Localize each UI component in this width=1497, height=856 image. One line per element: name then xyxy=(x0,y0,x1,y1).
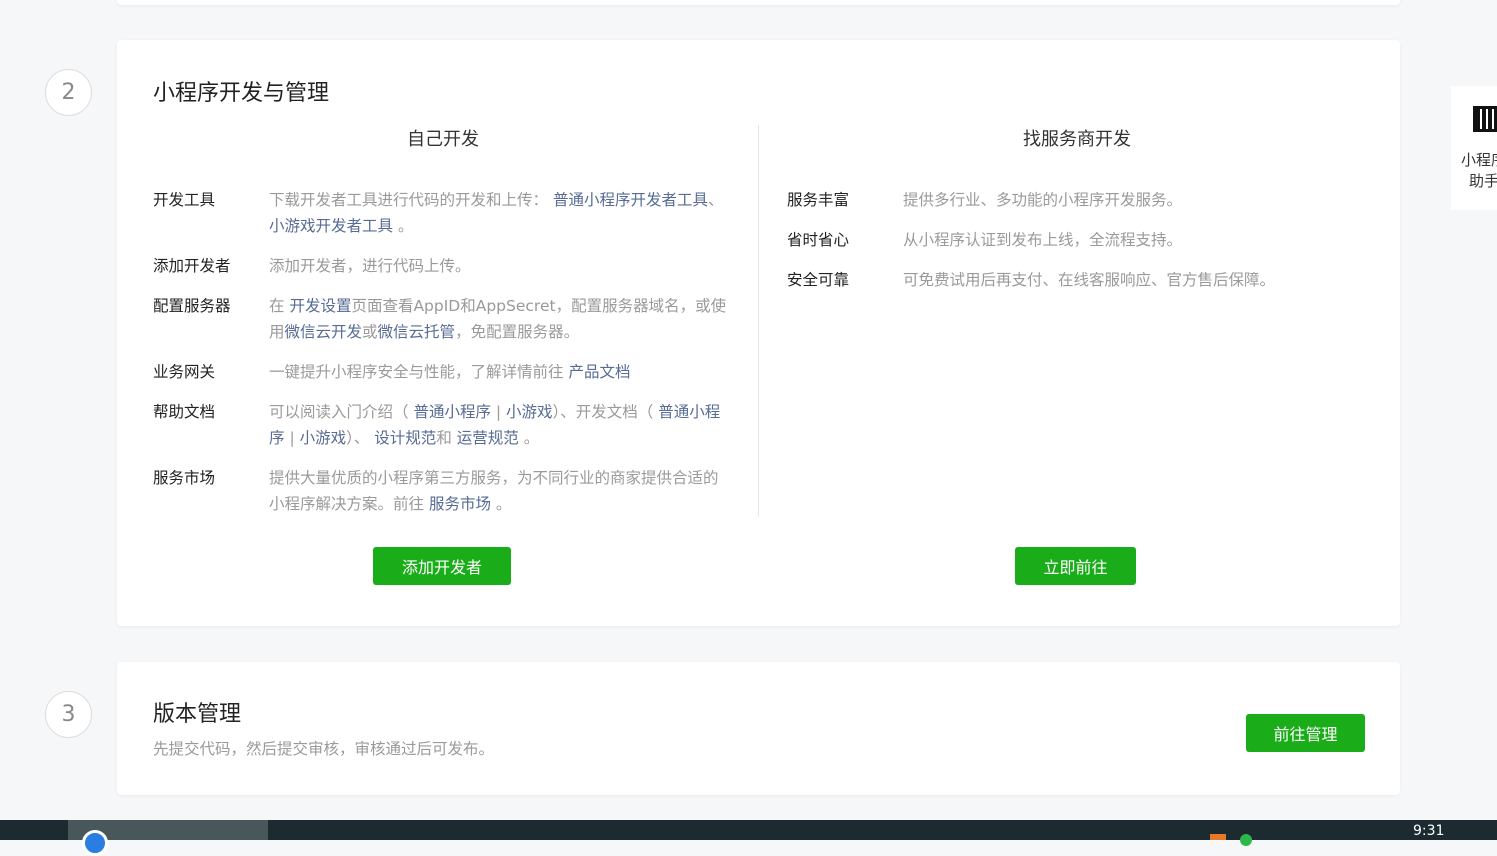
info-row: 配置服务器 在 开发设置页面查看AppID和AppSecret，配置服务器域名，或… xyxy=(153,293,733,345)
taskbar-app-button[interactable] xyxy=(68,820,268,856)
text-segment: 可以阅读入门介绍（ xyxy=(269,403,414,421)
doc-link[interactable]: 产品文档 xyxy=(568,363,630,381)
text-segment: 和 xyxy=(436,429,457,447)
doc-link[interactable]: 服务市场 xyxy=(429,495,491,513)
text-segment: ，免配置服务器。 xyxy=(455,323,580,341)
mini-program-assistant[interactable]: 小程序 助手 xyxy=(1451,86,1497,210)
row-label: 省时省心 xyxy=(787,231,850,249)
info-row: 业务网关 一键提升小程序安全与性能，了解详情前往 产品文档 xyxy=(153,359,733,385)
section-description: 先提交代码，然后提交审核，审核通过后可发布。 xyxy=(153,740,495,758)
section-title: 版本管理 xyxy=(153,702,242,727)
row-description: 在 开发设置页面查看AppID和AppSecret，配置服务器域名，或使用微信云… xyxy=(269,293,733,345)
info-row: 开发工具 下载开发者工具进行代码的开发和上传： 普通小程序开发者工具、 小游戏开发… xyxy=(153,187,733,239)
step-number: 3 xyxy=(45,691,92,738)
row-label: 帮助文档 xyxy=(153,403,216,421)
doc-link[interactable]: 设计规范 xyxy=(374,429,436,447)
qr-code-icon xyxy=(1473,106,1497,132)
provider-column: 找服务商开发 服务丰富 提供多行业、多功能的小程序开发服务。省时省心 从小程序认证到… xyxy=(787,125,1367,307)
doc-link[interactable]: 普通小程序 xyxy=(413,403,491,421)
add-developer-button[interactable]: 添加开发者 xyxy=(373,547,511,585)
previous-card xyxy=(117,0,1400,5)
text-segment: 下载开发者工具进行代码的开发和上传： xyxy=(269,191,553,209)
text-segment: 添加开发者，进行代码上传。 xyxy=(269,257,471,275)
text-segment: 一键提升小程序安全与性能，了解详情前往 xyxy=(269,363,569,381)
browser-icon xyxy=(82,830,108,856)
doc-link[interactable]: 开发设置 xyxy=(289,297,351,315)
row-description: 提供多行业、多功能的小程序开发服务。 xyxy=(903,187,1182,213)
go-now-button[interactable]: 立即前往 xyxy=(1015,547,1136,585)
info-row: 服务丰富 提供多行业、多功能的小程序开发服务。 xyxy=(787,187,1367,213)
row-label: 服务丰富 xyxy=(787,191,850,209)
row-description: 下载开发者工具进行代码的开发和上传： 普通小程序开发者工具、 小游戏开发者工具 … xyxy=(269,187,733,239)
info-row: 帮助文档 可以阅读入门介绍（ 普通小程序 | 小游戏）、开发文档（ 普通小程序 |… xyxy=(153,399,733,451)
go-manage-button[interactable]: 前往管理 xyxy=(1246,714,1365,752)
taskbar: 9:31 xyxy=(0,820,1497,856)
text-segment: 。 xyxy=(393,217,414,235)
row-label: 安全可靠 xyxy=(787,271,850,289)
text-segment: ）、开发文档（ xyxy=(552,403,659,421)
text-segment: 、 xyxy=(707,191,724,209)
info-row: 安全可靠 可免费试用后再支付、在线客服响应、官方售后保障。 xyxy=(787,267,1367,293)
text-segment: 在 xyxy=(269,297,290,315)
row-description: 一键提升小程序安全与性能，了解详情前往 产品文档 xyxy=(269,359,630,385)
row-label: 添加开发者 xyxy=(153,257,231,275)
section-title: 小程序开发与管理 xyxy=(153,81,330,106)
column-heading: 自己开发 xyxy=(407,129,479,150)
dev-management-card: 小程序开发与管理 自己开发 开发工具 下载开发者工具进行代码的开发和上传： 普通小… xyxy=(117,40,1400,626)
doc-link[interactable]: 微信云开发 xyxy=(285,323,363,341)
text-segment: 提供多行业、多功能的小程序开发服务。 xyxy=(903,191,1183,209)
text-segment: 可免费试用后再支付、在线客服响应、官方售后保障。 xyxy=(903,271,1276,289)
row-description: 可以阅读入门介绍（ 普通小程序 | 小游戏）、开发文档（ 普通小程序 | 小游戏… xyxy=(269,399,733,451)
text-segment: | xyxy=(490,403,507,421)
tray-icon[interactable] xyxy=(1210,834,1226,840)
text-segment: ）、 xyxy=(346,429,375,447)
text-segment: 从小程序认证到发布上线，全流程支持。 xyxy=(903,231,1183,249)
info-row: 添加开发者 添加开发者，进行代码上传。 xyxy=(153,253,733,279)
text-segment: 。 xyxy=(518,429,540,447)
step-number: 2 xyxy=(45,69,92,116)
text-segment: 或 xyxy=(362,323,378,341)
column-divider xyxy=(758,125,759,517)
assistant-label: 助手 xyxy=(1469,172,1497,190)
self-develop-column: 自己开发 开发工具 下载开发者工具进行代码的开发和上传： 普通小程序开发者工具、 … xyxy=(153,125,733,531)
row-description: 添加开发者，进行代码上传。 xyxy=(269,253,471,279)
doc-link[interactable]: 运营规范 xyxy=(457,429,519,447)
row-label: 服务市场 xyxy=(153,469,216,487)
doc-link[interactable]: 小游戏 xyxy=(506,403,553,421)
clock[interactable]: 9:31 xyxy=(1413,823,1444,839)
version-management-card: 版本管理 先提交代码，然后提交审核，审核通过后可发布。 前往管理 xyxy=(117,662,1400,795)
row-label: 开发工具 xyxy=(153,191,216,209)
doc-link[interactable]: 小游戏开发者工具 xyxy=(269,217,393,235)
doc-link[interactable]: 微信云托管 xyxy=(378,323,456,341)
row-label: 配置服务器 xyxy=(153,297,231,315)
tray-icon[interactable] xyxy=(1240,834,1252,846)
row-description: 可免费试用后再支付、在线客服响应、官方售后保障。 xyxy=(903,267,1275,293)
info-row: 服务市场 提供大量优质的小程序第三方服务，为不同行业的商家提供合适的小程序解决方案… xyxy=(153,465,733,517)
row-description: 从小程序认证到发布上线，全流程支持。 xyxy=(903,227,1182,253)
row-description: 提供大量优质的小程序第三方服务，为不同行业的商家提供合适的小程序解决方案。前往 … xyxy=(269,465,733,517)
doc-link[interactable]: 小游戏 xyxy=(300,429,347,447)
info-row: 省时省心 从小程序认证到发布上线，全流程支持。 xyxy=(787,227,1367,253)
assistant-label: 小程序 xyxy=(1461,151,1497,169)
text-segment: | xyxy=(284,429,300,447)
row-label: 业务网关 xyxy=(153,363,216,381)
doc-link[interactable]: 普通小程序开发者工具 xyxy=(553,191,708,209)
text-segment: 。 xyxy=(490,495,512,513)
column-heading: 找服务商开发 xyxy=(1023,129,1131,150)
